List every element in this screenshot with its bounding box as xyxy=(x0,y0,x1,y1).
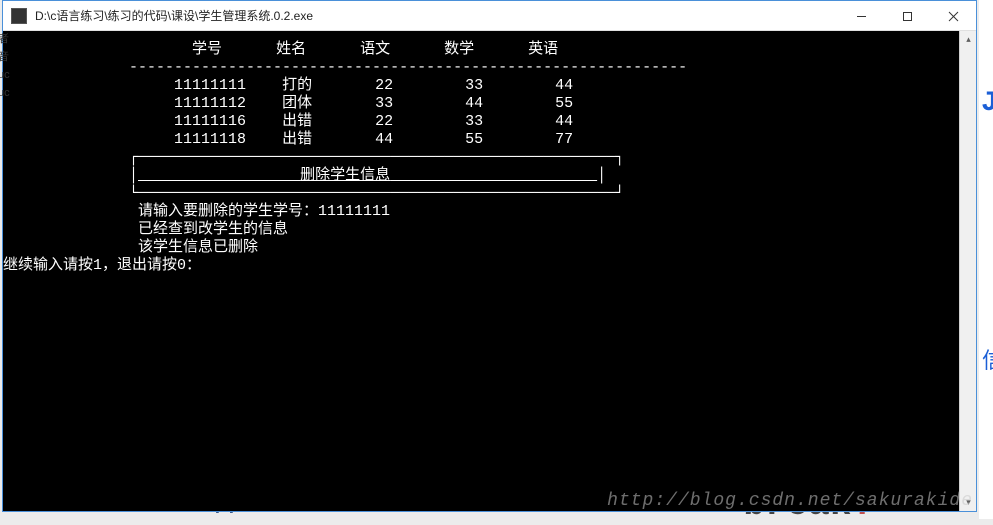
status-message: 已经查到改学生的信息 xyxy=(138,221,288,238)
prompt-label: 请输入要删除的学生学号： xyxy=(138,203,318,220)
prompt-value: 11111111 xyxy=(318,203,390,220)
app-icon xyxy=(11,8,27,24)
left-editor-fragment: 者音ucuc xyxy=(0,30,10,102)
vertical-scrollbar[interactable]: ▴ ▾ xyxy=(959,31,976,511)
col-header: 姓名 xyxy=(276,41,306,58)
continue-prompt[interactable]: 继续输入请按1，退出请按0： xyxy=(3,257,201,274)
console-window: D:\c语言练习\练习的代码\课设\学生管理系统.0.2.exe 学号 姓名 语… xyxy=(2,0,977,512)
title-bar[interactable]: D:\c语言练习\练习的代码\课设\学生管理系统.0.2.exe xyxy=(3,1,976,31)
scroll-down-icon[interactable]: ▾ xyxy=(960,494,977,511)
table-row: 11111112 团体 33 44 55 xyxy=(3,95,573,112)
section-title: 删除学生信息 xyxy=(300,167,390,184)
window-title: D:\c语言练习\练习的代码\课设\学生管理系统.0.2.exe xyxy=(35,7,838,24)
col-header: 英语 xyxy=(528,41,558,58)
minimize-button[interactable] xyxy=(838,1,884,31)
close-button[interactable] xyxy=(930,1,976,31)
col-header: 语文 xyxy=(360,41,390,58)
scroll-up-icon[interactable]: ▴ xyxy=(960,31,977,48)
col-header: 数学 xyxy=(444,41,474,58)
table-row: 11111111 打的 22 33 44 xyxy=(3,77,573,94)
status-message: 该学生信息已删除 xyxy=(138,239,258,256)
right-editor-fragment: J 信 xyxy=(979,0,993,519)
col-header: 学号 xyxy=(192,41,222,58)
table-row: 11111116 出错 22 33 44 xyxy=(3,113,573,130)
console-output: 学号 姓名 语文 数学 英语 -------------------------… xyxy=(3,31,959,511)
maximize-button[interactable] xyxy=(884,1,930,31)
table-row: 11111118 出错 44 55 77 xyxy=(3,131,573,148)
